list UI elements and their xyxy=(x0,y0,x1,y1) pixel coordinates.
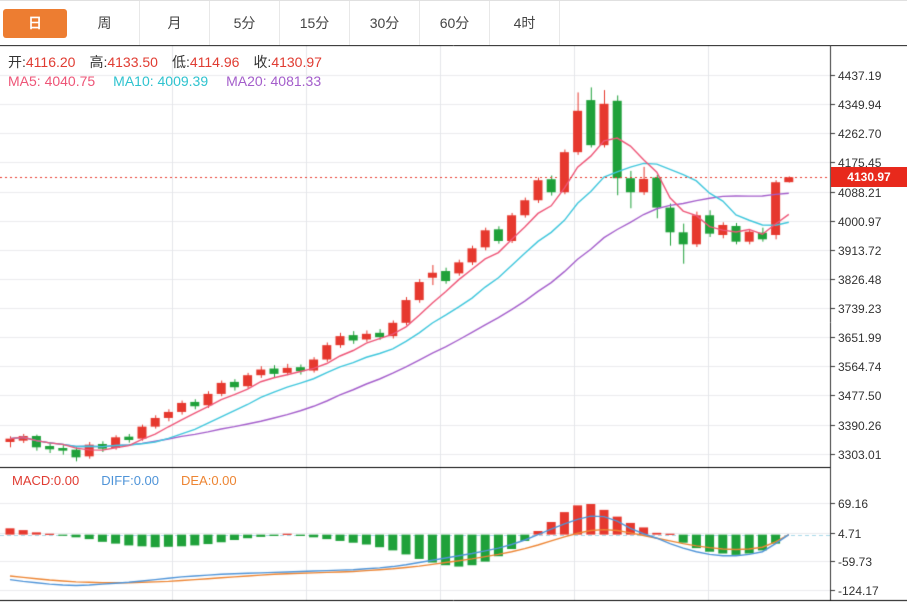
y-axis-label: 4437.19 xyxy=(838,69,881,83)
timeframe-tabbar: 日 周 月 5分 15分 30分 60分 4时 xyxy=(0,0,907,45)
y-axis-label: 3564.74 xyxy=(838,360,881,374)
y-axis-label: 4262.70 xyxy=(838,127,881,141)
y-axis-label: -59.73 xyxy=(838,555,872,569)
ma20-value: MA20: 4081.33 xyxy=(226,73,321,89)
y-axis-label: 3303.01 xyxy=(838,448,881,462)
tab-4hour[interactable]: 4时 xyxy=(490,1,560,45)
tab-15min[interactable]: 15分 xyxy=(280,1,350,45)
close-label: 收: xyxy=(253,54,271,70)
tab-5min[interactable]: 5分 xyxy=(210,1,280,45)
close-value: 4130.97 xyxy=(271,54,322,70)
last-price-tag: 4130.97 xyxy=(831,167,907,187)
ohlc-header: 开:4116.20 高:4133.50 低:4114.96 收:4130.97 xyxy=(8,52,336,72)
y-axis-label: 4.71 xyxy=(838,527,861,541)
high-value: 4133.50 xyxy=(107,54,158,70)
tab-week[interactable]: 周 xyxy=(70,1,140,45)
ma5-value: MA5: 4040.75 xyxy=(8,73,95,89)
y-axis-label: 3826.48 xyxy=(838,273,881,287)
trading-chart-page: 日 周 月 5分 15分 30分 60分 4时 开:4116.20 高:4133.… xyxy=(0,0,907,607)
y-axis-label: 3913.72 xyxy=(838,244,881,258)
open-label: 开: xyxy=(8,54,26,70)
y-axis-label: 69.16 xyxy=(838,497,868,511)
high-label: 高: xyxy=(89,54,107,70)
open-value: 4116.20 xyxy=(26,54,76,70)
low-value: 4114.96 xyxy=(190,54,240,70)
y-axis-label: -124.17 xyxy=(838,584,879,598)
tab-month[interactable]: 月 xyxy=(140,1,210,45)
ma10-value: MA10: 4009.39 xyxy=(113,73,208,89)
macd-value: MACD:0.00 xyxy=(12,473,79,488)
y-axis-label: 3651.99 xyxy=(838,331,881,345)
y-axis-label: 4000.97 xyxy=(838,215,881,229)
ma-header: MA5: 4040.75 MA10: 4009.39 MA20: 4081.33 xyxy=(8,73,321,89)
dea-value: DEA:0.00 xyxy=(181,473,237,488)
y-axis-label: 3477.50 xyxy=(838,389,881,403)
macd-header: MACD:0.00 DIFF:0.00 DEA:0.00 xyxy=(12,473,237,488)
y-axis-label: 4349.94 xyxy=(838,98,881,112)
y-axis-label: 3390.26 xyxy=(838,419,881,433)
y-axis-label: 3739.23 xyxy=(838,302,881,316)
candlestick-chart-canvas[interactable] xyxy=(0,0,907,607)
diff-value: DIFF:0.00 xyxy=(101,473,159,488)
tab-30min[interactable]: 30分 xyxy=(350,1,420,45)
low-label: 低: xyxy=(172,54,190,70)
tab-day[interactable]: 日 xyxy=(3,9,67,38)
y-axis-label: 4088.21 xyxy=(838,186,881,200)
tab-60min[interactable]: 60分 xyxy=(420,1,490,45)
